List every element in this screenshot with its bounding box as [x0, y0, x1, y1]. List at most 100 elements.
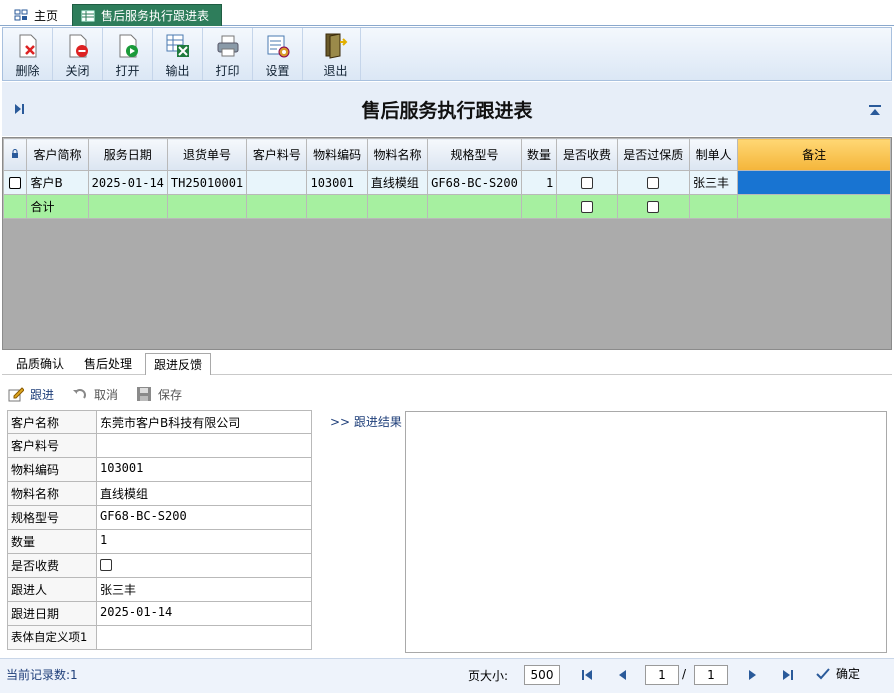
export-label: 输出: [165, 64, 190, 78]
cell-spec[interactable]: GF68-BC-S200: [427, 170, 522, 195]
customer-part-field[interactable]: [97, 434, 312, 458]
print-label: 打印: [215, 64, 240, 78]
follow-date-field[interactable]: 2025-01-14: [97, 602, 312, 626]
column-header[interactable]: 客户料号: [246, 138, 308, 171]
qty-field[interactable]: 1: [97, 530, 312, 554]
tab-after-sales-label: 售后服务执行跟进表: [101, 9, 210, 23]
open-button[interactable]: 打开: [103, 28, 153, 80]
exit-label: 退出: [323, 64, 348, 78]
charge-checkbox[interactable]: [580, 177, 593, 189]
cell-return-no[interactable]: TH25010001: [166, 170, 248, 195]
spec-field[interactable]: GF68-BC-S200: [97, 506, 312, 530]
cell-customer[interactable]: 客户B: [26, 170, 89, 195]
column-header[interactable]: 是否过保质: [616, 138, 690, 171]
exit-button[interactable]: 退出: [311, 28, 361, 80]
record-count: 当前记录数:1: [6, 668, 78, 682]
next-page-icon[interactable]: [745, 668, 759, 682]
column-header[interactable]: 是否收费: [556, 138, 618, 171]
material-code-field[interactable]: 103001: [97, 458, 312, 482]
page-size-input[interactable]: 500: [524, 665, 560, 685]
column-header[interactable]: 物料编码: [306, 138, 368, 171]
column-header[interactable]: 制单人: [688, 138, 739, 171]
prev-page-icon[interactable]: [616, 668, 630, 682]
confirm-label: 确定: [836, 667, 861, 681]
total-row: 合计: [2, 194, 891, 219]
column-header[interactable]: 退货单号: [166, 138, 248, 171]
column-header[interactable]: 物料名称: [366, 138, 429, 171]
customer-name-field[interactable]: 东莞市客户B科技有限公司: [97, 410, 312, 434]
delete-label: 删除: [15, 64, 40, 78]
tab-follow-feedback[interactable]: 跟进反馈: [145, 353, 212, 375]
follow-form: 客户名称 东莞市客户B科技有限公司 客户料号 物料编码 103001 物料名称 …: [7, 410, 312, 650]
cell-remark[interactable]: [737, 170, 891, 195]
total-warranty-cell: [616, 194, 690, 219]
tab-after-sales[interactable]: 售后服务执行跟进表: [72, 4, 222, 26]
follow-result-label: >> 跟进结果: [330, 415, 402, 429]
undo-icon: [73, 389, 87, 399]
column-header[interactable]: 客户简称: [26, 138, 89, 171]
confirm-button[interactable]: 确定: [816, 665, 860, 682]
print-button[interactable]: 打印: [203, 28, 253, 80]
cell-material-name[interactable]: 直线模组: [366, 170, 429, 195]
first-page-icon[interactable]: [580, 668, 594, 682]
tab-after-sales-handling[interactable]: 售后处理: [76, 353, 140, 375]
close-icon: [65, 32, 91, 60]
collapse-up-icon[interactable]: [868, 104, 882, 116]
material-name-field[interactable]: 直线模组: [97, 482, 312, 506]
lock-icon: [12, 148, 19, 158]
form-row-charge: 是否收费: [7, 554, 312, 578]
report-header: 售后服务执行跟进表: [2, 82, 892, 136]
lock-column-header[interactable]: [2, 138, 28, 171]
settings-button[interactable]: 设置: [253, 28, 303, 80]
cell-service-date[interactable]: 2025-01-14: [87, 170, 168, 195]
cell-customer-part[interactable]: [246, 170, 308, 195]
open-label: 打开: [115, 64, 140, 78]
export-excel-icon: [165, 32, 191, 60]
follow-button[interactable]: 跟进: [8, 386, 54, 403]
column-header[interactable]: 服务日期: [87, 138, 168, 171]
custom1-field[interactable]: [97, 626, 312, 650]
form-row-follow-date: 跟进日期 2025-01-14: [7, 602, 312, 626]
detail-tabs: 品质确认 售后处理 跟进反馈: [2, 351, 892, 375]
column-header[interactable]: 规格型号: [427, 138, 522, 171]
cell-qty[interactable]: 1: [520, 170, 558, 195]
row-select-cell[interactable]: [2, 170, 28, 195]
warranty-checkbox[interactable]: [647, 177, 660, 189]
tab-home[interactable]: 主页: [6, 4, 70, 26]
printer-icon: [215, 32, 241, 60]
form-label: 物料编码: [7, 458, 97, 482]
form-label: 是否收费: [7, 554, 97, 578]
cell-material-code[interactable]: 103001: [306, 170, 368, 195]
save-button[interactable]: 保存: [136, 386, 182, 403]
delete-icon: [15, 32, 41, 60]
close-label: 关闭: [65, 64, 90, 78]
grid-table: 客户简称 服务日期 退货单号 客户料号 物料编码 物料名称 规格型号 数量 是否…: [2, 138, 891, 219]
cell-maker[interactable]: 张三丰: [688, 170, 739, 195]
status-bar: 当前记录数:1 页大小: 500 1 / 1 确定: [0, 658, 894, 693]
delete-button[interactable]: 删除: [3, 28, 53, 80]
column-header[interactable]: 数量: [520, 138, 558, 171]
close-button[interactable]: 关闭: [53, 28, 103, 80]
row-checkbox[interactable]: [9, 177, 22, 189]
document-tabs: 主页 售后服务执行跟进表: [0, 0, 894, 26]
column-header-remark[interactable]: 备注: [737, 138, 891, 171]
table-row[interactable]: 客户B 2025-01-14 TH25010001 103001 直线模组 GF…: [2, 170, 891, 195]
cell-warranty[interactable]: [616, 170, 690, 195]
cancel-button[interactable]: 取消: [72, 386, 118, 403]
form-label: 表体自定义项1: [7, 626, 97, 650]
follower-field[interactable]: 张三丰: [97, 578, 312, 602]
tab-quality-confirm[interactable]: 品质确认: [8, 353, 72, 375]
follow-result-textarea[interactable]: [405, 411, 887, 653]
page-size-label: 页大小:: [468, 669, 509, 683]
form-row-custom1: 表体自定义项1: [7, 626, 312, 650]
total-charge-checkbox: [580, 201, 593, 213]
grid-header-row: 客户简称 服务日期 退货单号 客户料号 物料编码 物料名称 规格型号 数量 是否…: [2, 138, 891, 171]
page-separator: /: [682, 667, 687, 681]
charge-checkbox[interactable]: [100, 558, 112, 571]
export-button[interactable]: 输出: [153, 28, 203, 80]
current-page-input[interactable]: 1: [645, 665, 679, 685]
main-toolbar: 删除 关闭 打开 输出 打印 设置 退出: [2, 27, 892, 81]
cell-charge[interactable]: [556, 170, 618, 195]
form-row-material-name: 物料名称 直线模组: [7, 482, 312, 506]
last-page-icon[interactable]: [781, 668, 795, 682]
